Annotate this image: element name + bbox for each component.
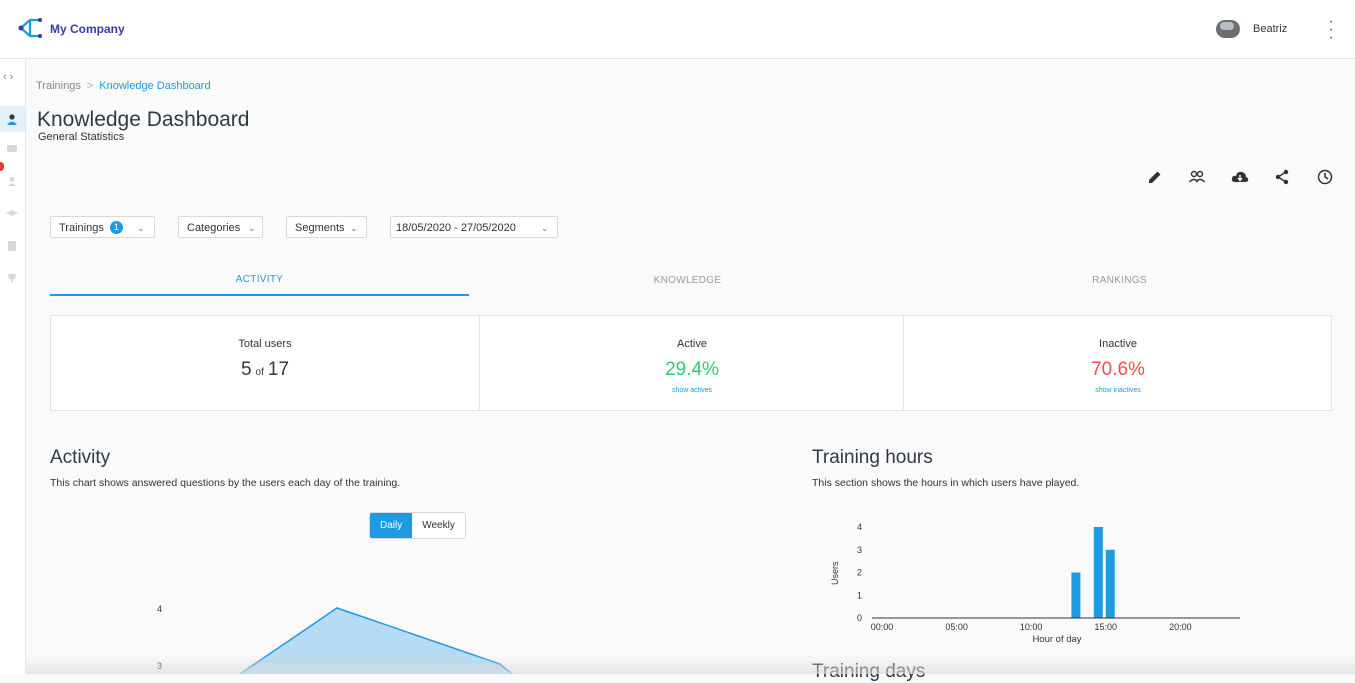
y-tick-label: 4 <box>157 604 162 614</box>
hours-bar[interactable] <box>1093 527 1103 618</box>
sidebar-toggle-icon[interactable]: ‹› <box>3 71 16 83</box>
trainings-filter[interactable]: Trainings 1 ⌄ <box>50 216 155 238</box>
training-hours-title: Training hours <box>812 447 933 468</box>
breadcrumb-parent[interactable]: Trainings <box>36 80 81 92</box>
x-tick-label: 00:00 <box>871 622 894 632</box>
chevron-down-icon: ⌄ <box>541 223 549 233</box>
total-user-count: 17 <box>267 359 290 380</box>
cloud-download-icon[interactable] <box>1231 168 1249 186</box>
sidebar-item-dashboard[interactable] <box>0 106 25 132</box>
top-bar: My Company Beatriz · · · <box>0 0 1355 59</box>
active-tab-indicator <box>50 294 469 296</box>
chevron-down-icon: ⌄ <box>248 223 256 233</box>
trophy-icon[interactable] <box>6 272 18 284</box>
of-label: of <box>255 367 264 378</box>
notification-badge <box>0 162 4 171</box>
trainings-filter-label: Trainings <box>59 222 104 234</box>
breadcrumb: Trainings > Knowledge Dashboard <box>36 80 211 92</box>
user-icon <box>7 114 17 125</box>
date-range-picker[interactable]: 18/05/2020 - 27/05/2020 ⌄ <box>390 216 558 238</box>
y-tick-label: 2 <box>857 568 862 578</box>
stats-panel: Total users 5 of 17 Active 29.4% show acti… <box>50 315 1332 411</box>
active-percentage: 29.4% <box>665 359 719 380</box>
y-tick-label: 1 <box>857 590 862 600</box>
trainings-count-badge: 1 <box>109 220 123 234</box>
hours-bar[interactable] <box>1105 549 1115 618</box>
activity-title: Activity <box>50 447 111 468</box>
y-tick-label: 3 <box>857 545 862 555</box>
tab-knowledge[interactable]: KNOWLEDGE <box>478 275 897 286</box>
inactive-percentage: 70.6% <box>1091 359 1145 380</box>
x-tick-label: 20:00 <box>1169 622 1192 632</box>
sidebar: ‹› <box>0 59 26 674</box>
chevron-down-icon: ⌄ <box>137 223 145 233</box>
hours-bar[interactable] <box>1071 572 1081 619</box>
chat-icon[interactable] <box>6 143 18 155</box>
y-tick-label: 4 <box>857 522 862 532</box>
x-tick-label: 10:00 <box>1020 622 1043 632</box>
categories-filter[interactable]: Categories ⌄ <box>178 216 263 238</box>
daily-button[interactable]: Daily <box>370 513 413 538</box>
breadcrumb-current[interactable]: Knowledge Dashboard <box>99 80 210 92</box>
categories-filter-label: Categories <box>187 222 241 234</box>
weekly-button[interactable]: Weekly <box>412 513 465 538</box>
stat-inactive: Inactive 70.6% show inactives <box>903 316 1332 410</box>
stat-value: 5 of 17 <box>51 359 479 381</box>
show-actives-link[interactable]: show actives <box>480 387 904 394</box>
stat-label: Inactive <box>1099 338 1137 350</box>
breadcrumb-separator: > <box>86 80 94 92</box>
period-toggle: Daily Weekly <box>369 512 466 539</box>
more-menu-icon[interactable]: · · · <box>1326 14 1336 46</box>
document-icon[interactable] <box>6 240 18 252</box>
users-icon[interactable] <box>1188 168 1206 186</box>
date-range-value: 18/05/2020 - 27/05/2020 <box>396 222 516 234</box>
active-user-count: 5 <box>240 359 252 380</box>
stat-label: Active <box>677 338 707 350</box>
segments-filter[interactable]: Segments ⌄ <box>286 216 367 238</box>
segments-filter-label: Segments <box>295 222 345 234</box>
scroll-fade <box>26 655 1355 674</box>
tab-rankings[interactable]: RANKINGS <box>910 275 1329 286</box>
clock-icon[interactable] <box>1316 168 1334 186</box>
tab-activity[interactable]: ACTIVITY <box>50 274 469 285</box>
share-icon[interactable] <box>1273 168 1291 186</box>
activity-description: This chart shows answered questions by t… <box>50 477 401 489</box>
x-axis-label: Hour of day <box>1032 634 1081 645</box>
y-tick-label: 0 <box>857 613 862 623</box>
avatar[interactable] <box>1216 20 1240 38</box>
training-hours-chart: 0 1 2 3 4 00:00 05:00 10:00 15:00 20:00 Users Ho… <box>830 522 1240 645</box>
user-name[interactable]: Beatriz <box>1253 23 1287 35</box>
edit-icon[interactable] <box>1146 168 1164 186</box>
graduation-cap-icon[interactable] <box>6 208 18 220</box>
chevron-down-icon: ⌄ <box>350 223 358 233</box>
profile-icon[interactable] <box>6 175 18 187</box>
page-subtitle: General Statistics <box>38 131 125 143</box>
brand-name[interactable]: My Company <box>50 22 125 36</box>
stat-total-users: Total users 5 of 17 <box>51 316 479 410</box>
training-hours-description: This section shows the hours in which us… <box>812 477 1080 489</box>
y-axis-label: Users <box>830 561 840 585</box>
x-tick-label: 05:00 <box>945 622 968 632</box>
stat-active: Active 29.4% show actives <box>479 316 904 410</box>
company-logo-icon[interactable] <box>18 16 44 40</box>
page-title: Knowledge Dashboard <box>37 108 250 131</box>
stat-label: Total users <box>238 338 292 350</box>
x-tick-label: 15:00 <box>1094 622 1117 632</box>
show-inactives-link[interactable]: show inactives <box>904 387 1332 394</box>
